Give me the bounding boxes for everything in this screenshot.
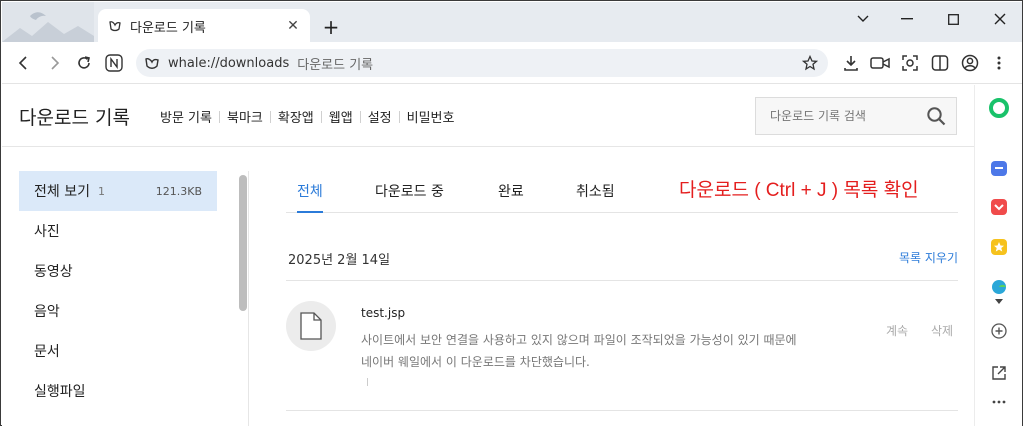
toolbar: whale://downloads 다운로드 기록	[2, 42, 1022, 84]
whale-icon	[109, 21, 121, 32]
page-header: 다운로드 기록 방문 기록 북마크 확장앱 웹앱 설정 비밀번호	[2, 85, 974, 147]
keep-button[interactable]: 계속	[886, 322, 908, 339]
menu-passwords[interactable]: 비밀번호	[400, 107, 462, 126]
menu-settings[interactable]: 설정	[361, 107, 399, 126]
bookmark-star-icon[interactable]	[802, 55, 818, 71]
history-menu: 방문 기록 북마크 확장앱 웹앱 설정 비밀번호	[160, 107, 461, 126]
address-bar[interactable]: whale://downloads 다운로드 기록	[136, 49, 828, 77]
blocked-message-line: 사이트에서 보안 연결을 사용하고 있지 않으며 파일이 조작되었을 가능성이 …	[361, 333, 797, 347]
category-music[interactable]: 음악	[19, 291, 217, 331]
split-view-icon[interactable]	[928, 51, 952, 75]
more-menu-icon[interactable]	[987, 51, 1011, 75]
download-item: test.jsp 사이트에서 보안 연결을 사용하고 있지 않으며 파일이 조작…	[286, 282, 958, 411]
whale-site-icon	[145, 58, 159, 69]
group-date: 2025년 2월 14일	[288, 253, 391, 268]
minimize-icon[interactable]	[892, 8, 922, 30]
page-title: 다운로드 기록	[19, 107, 130, 129]
browser-window: 다운로드 기록 ✕ + whale://downloads 다운로드 기록 다운…	[0, 0, 1023, 426]
tab-list-chevron-icon[interactable]	[848, 8, 878, 30]
open-external-icon[interactable]	[988, 362, 1010, 384]
menu-extensions[interactable]: 확장앱	[271, 107, 321, 126]
menu-web-apps[interactable]: 웹앱	[322, 107, 360, 126]
video-icon[interactable]	[868, 51, 892, 75]
category-count: 1	[97, 184, 105, 198]
file-name[interactable]: test.jsp	[361, 306, 405, 320]
pocket-icon[interactable]	[988, 196, 1010, 218]
category-size: 121.3KB	[155, 184, 202, 198]
naver-icon[interactable]	[102, 51, 126, 75]
download-icon[interactable]	[839, 51, 863, 75]
forward-icon[interactable]	[42, 51, 66, 75]
category-label: 동영상	[34, 264, 73, 280]
star-app-icon[interactable]	[988, 236, 1010, 258]
search-icon[interactable]	[926, 106, 946, 126]
url-page-label: 다운로드 기록	[297, 57, 374, 73]
back-icon[interactable]	[12, 51, 36, 75]
annotation-text: 다운로드 ( Ctrl + J ) 목록 확인	[679, 180, 919, 201]
tab-close-icon[interactable]: ✕	[282, 15, 304, 37]
category-label: 음악	[34, 304, 60, 320]
category-label: 사진	[34, 224, 60, 240]
reload-icon[interactable]	[72, 51, 96, 75]
menu-bookmarks[interactable]: 북마크	[220, 107, 270, 126]
category-label: 문서	[34, 344, 60, 360]
tab-completed[interactable]: 완료	[498, 181, 524, 213]
new-tab-button[interactable]: +	[320, 15, 342, 39]
sidebar	[974, 85, 1022, 426]
url-text: whale://downloads	[168, 55, 290, 71]
category-documents[interactable]: 문서	[19, 331, 217, 371]
clear-list-link[interactable]: 목록 지우기	[899, 249, 958, 266]
category-list: 전체 보기 1 121.3KB 사진 동영상 음악 문서 실행파일	[19, 171, 217, 411]
category-photos[interactable]: 사진	[19, 211, 217, 251]
downloads-page: 다운로드 기록 방문 기록 북마크 확장앱 웹앱 설정 비밀번호 다운로드 기록…	[2, 85, 974, 426]
calendar-icon[interactable]	[988, 157, 1010, 179]
sidebar-more-icon[interactable]	[988, 391, 1010, 413]
tab-title: 다운로드 기록	[130, 20, 206, 36]
expand-chevron-icon[interactable]	[988, 291, 1010, 313]
close-window-icon[interactable]	[985, 8, 1015, 30]
tab-all[interactable]: 전체	[297, 181, 323, 213]
tab-strip: 다운로드 기록 ✕ +	[2, 2, 1022, 43]
menu-visit-history[interactable]: 방문 기록	[160, 107, 219, 126]
category-label: 실행파일	[34, 384, 86, 400]
search-input[interactable]	[770, 109, 920, 123]
file-icon	[286, 301, 336, 351]
progress-mark	[367, 378, 368, 386]
date-group-header: 2025년 2월 14일 목록 지우기	[286, 243, 958, 281]
blocked-message: 사이트에서 보안 연결을 사용하고 있지 않으며 파일이 조작되었을 가능성이 …	[361, 329, 871, 373]
category-executables[interactable]: 실행파일	[19, 371, 217, 411]
category-all[interactable]: 전체 보기 1 121.3KB	[19, 171, 217, 211]
scrollbar-thumb[interactable]	[239, 175, 247, 311]
maximize-icon[interactable]	[938, 8, 968, 30]
green-circle-icon[interactable]	[988, 97, 1010, 119]
download-search	[755, 97, 957, 135]
blocked-message-line: 네이버 웨일에서 이 다운로드를 차단했습니다.	[361, 355, 590, 369]
category-label: 전체 보기	[34, 184, 90, 200]
category-videos[interactable]: 동영상	[19, 251, 217, 291]
bird-theme-art	[2, 2, 94, 42]
tab-cancelled[interactable]: 취소됨	[576, 181, 615, 213]
tab-downloads[interactable]: 다운로드 기록 ✕	[98, 9, 310, 43]
tab-downloading[interactable]: 다운로드 중	[375, 181, 444, 213]
capture-icon[interactable]	[898, 51, 922, 75]
delete-button[interactable]: 삭제	[931, 322, 953, 339]
profile-icon[interactable]	[958, 51, 982, 75]
add-app-icon[interactable]	[988, 320, 1010, 342]
